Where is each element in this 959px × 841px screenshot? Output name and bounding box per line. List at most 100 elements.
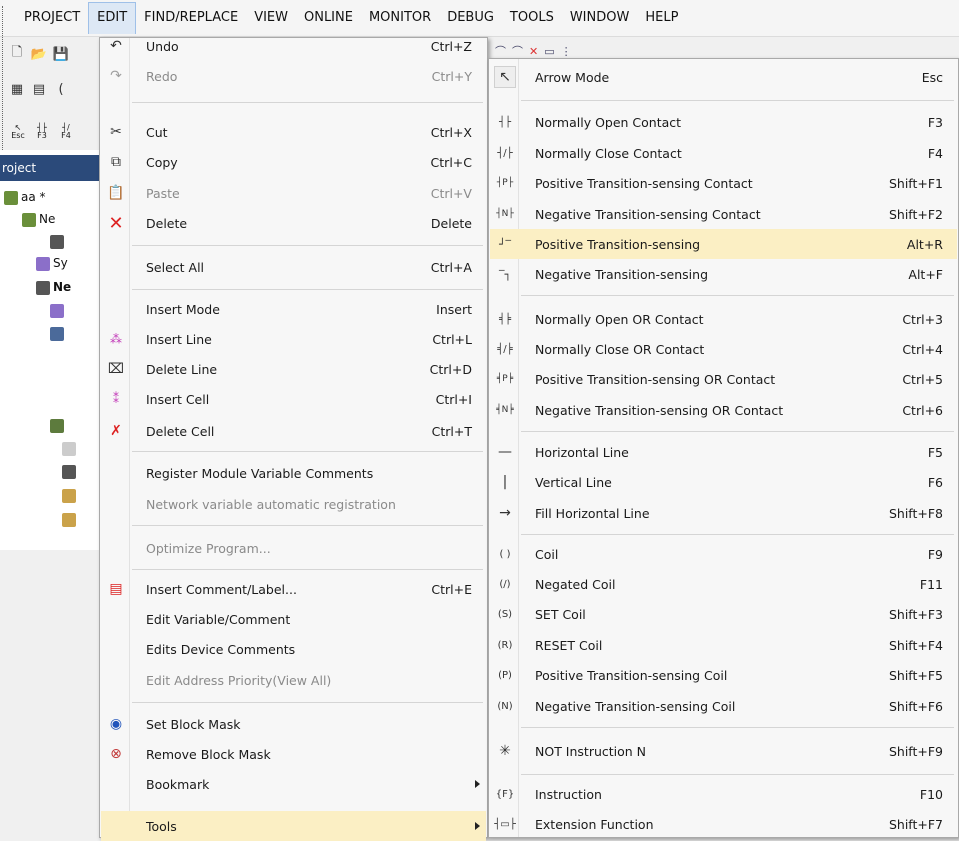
tree-item-ne-1[interactable]: Ne — [22, 212, 55, 227]
cube-icon — [36, 280, 50, 295]
tree-item-sub-3[interactable] — [50, 418, 67, 433]
menu-view[interactable]: VIEW — [246, 2, 296, 34]
menu-item-insert-mode[interactable]: Insert Mode Insert — [101, 294, 486, 324]
monitor-icon[interactable]: ▦ — [8, 80, 26, 98]
tool-negative-transition-contact[interactable]: ┤N├ Negative Transition-sensing Contact … — [490, 199, 957, 229]
menu-item-insert-cell[interactable]: ⁑ Insert Cell Ctrl+I — [101, 384, 486, 414]
menu-help[interactable]: HELP — [637, 2, 686, 34]
tool-fill-horizontal-line[interactable]: → Fill Horizontal Line Shift+F8 — [490, 498, 957, 528]
refresh-icon[interactable]: ( — [52, 80, 70, 98]
tool-vertical-line[interactable]: | Vertical Line F6 — [490, 467, 957, 497]
negative-contact-icon: ┤N├ — [496, 209, 514, 219]
close-contact-icon: ┤/├ — [497, 147, 513, 159]
menu-tools[interactable]: TOOLS — [502, 2, 562, 34]
menu-online[interactable]: ONLINE — [296, 2, 361, 34]
menu-item-insert-line[interactable]: ⁂ Insert Line Ctrl+L — [101, 324, 486, 354]
tool-extension-function[interactable]: ┤▭├ Extension Function Shift+F7 — [490, 809, 957, 839]
menu-item-bookmark[interactable]: Bookmark — [101, 769, 486, 799]
tool-negative-or-contact[interactable]: ╡N╞ Negative Transition-sensing OR Conta… — [490, 395, 957, 425]
save-icon[interactable]: 💾 — [52, 45, 70, 63]
menu-item-insert-comment-label[interactable]: ▤ Insert Comment/Label... Ctrl+E — [101, 574, 486, 604]
tree-item-sub-7[interactable] — [62, 512, 79, 527]
tool-normally-close-contact[interactable]: ┤/├ Normally Close Contact F4 — [490, 138, 957, 168]
tool-horizontal-line[interactable]: — Horizontal Line F5 — [490, 437, 957, 467]
edit-menu: ↶ Undo Ctrl+Z ↷ Redo Ctrl+Y ✂ Cut Ctrl+X… — [99, 37, 488, 841]
menu-item-register-module-comments[interactable]: Register Module Variable Comments — [101, 458, 486, 488]
tool-coil[interactable]: ( ) Coil F9 — [490, 539, 957, 569]
menu-item-network-variable-registration[interactable]: Network variable automatic registration — [101, 489, 486, 519]
open-contact-tool-icon[interactable]: ┤├ F3 — [32, 124, 52, 140]
toolbar-icon-c[interactable]: ✕ — [529, 45, 538, 58]
extension-function-icon: ┤▭├ — [494, 818, 516, 830]
horizontal-line-icon: — — [498, 444, 512, 460]
menu-window[interactable]: WINDOW — [562, 2, 638, 34]
menu-item-edit-variable-comment[interactable]: Edit Variable/Comment — [101, 604, 486, 634]
tree-item-sub-1[interactable] — [50, 303, 67, 318]
menu-item-delete-line[interactable]: ⌧ Delete Line Ctrl+D — [101, 354, 486, 384]
menu-debug[interactable]: DEBUG — [439, 2, 502, 34]
new-file-icon[interactable]: 🗋 — [8, 45, 26, 63]
tree-item-sub-5[interactable] — [62, 464, 79, 479]
tool-reset-coil[interactable]: (R) RESET Coil Shift+F4 — [490, 630, 957, 660]
separator — [521, 727, 954, 728]
toolbar-icon-d[interactable]: ▭ — [544, 45, 554, 58]
menu-item-copy[interactable]: ⧉ Copy Ctrl+C — [101, 147, 486, 177]
task-icon — [50, 418, 64, 433]
open-folder-icon[interactable]: 📂 — [30, 45, 48, 63]
tool-normally-open-or-contact[interactable]: ╡╞ Normally Open OR Contact Ctrl+3 — [490, 304, 957, 334]
tree-item-sub-2[interactable] — [50, 326, 67, 341]
menu-item-redo[interactable]: ↷ Redo Ctrl+Y — [101, 61, 486, 91]
tree-item-sub-6[interactable] — [62, 488, 79, 503]
set-mask-icon: ◉ — [109, 716, 123, 732]
menu-edit[interactable]: EDIT — [88, 2, 137, 34]
tool-positive-or-contact[interactable]: ╡P╞ Positive Transition-sensing OR Conta… — [490, 364, 957, 394]
tool-positive-transition-coil[interactable]: (P) Positive Transition-sensing Coil Shi… — [490, 660, 957, 690]
menu-item-select-all[interactable]: Select All Ctrl+A — [101, 252, 486, 282]
menu-item-paste[interactable]: 📋 Paste Ctrl+V — [101, 178, 486, 208]
tool-normally-open-contact[interactable]: ┤├ Normally Open Contact F3 — [490, 107, 957, 137]
toolbar-icon-b[interactable]: ⌒ — [512, 43, 523, 59]
tree-item-aa[interactable]: aa * — [4, 190, 46, 205]
toolbar-icon-e[interactable]: ⋮ — [561, 45, 572, 58]
menu-item-set-block-mask[interactable]: ◉ Set Block Mask — [101, 709, 486, 739]
menu-item-cut[interactable]: ✂ Cut Ctrl+X — [101, 117, 486, 147]
menu-item-edits-device-comments[interactable]: Edits Device Comments — [101, 634, 486, 664]
tree-item-sub-4[interactable] — [62, 441, 79, 456]
menu-item-edit-address-priority[interactable]: Edit Address Priority(View All) — [101, 665, 486, 695]
menu-project[interactable]: PROJECT — [16, 2, 88, 34]
separator — [132, 525, 483, 526]
open-or-contact-icon: ╡╞ — [498, 313, 512, 325]
tree-item-ne-2[interactable]: Ne — [36, 280, 71, 295]
tool-positive-transition-contact[interactable]: ┤P├ Positive Transition-sensing Contact … — [490, 168, 957, 198]
menu-item-tools[interactable]: Tools — [101, 811, 486, 841]
set-coil-icon: (S) — [497, 608, 513, 620]
toolbar-icon-a[interactable]: ⌒ — [495, 43, 506, 59]
menu-find-replace[interactable]: FIND/REPLACE — [136, 2, 246, 34]
tree-item-sy[interactable]: Sy — [36, 256, 68, 271]
tool-instruction[interactable]: {F} Instruction F10 — [490, 779, 957, 809]
tree-item-module[interactable] — [50, 234, 67, 249]
tools-submenu: ↖ Arrow Mode Esc ┤├ Normally Open Contac… — [488, 58, 959, 838]
tool-set-coil[interactable]: (S) SET Coil Shift+F3 — [490, 599, 957, 629]
menu-item-remove-block-mask[interactable]: ⊗ Remove Block Mask — [101, 739, 486, 769]
not-instruction-icon: ✳ — [499, 743, 511, 759]
tool-negated-coil[interactable]: (/) Negated Coil F11 — [490, 569, 957, 599]
tool-positive-transition-sensing[interactable]: ┘‾ Positive Transition-sensing Alt+R — [490, 229, 957, 259]
menu-item-delete[interactable]: ✕ Delete Delete — [101, 208, 486, 238]
tool-normally-close-or-contact[interactable]: ╡/╞ Normally Close OR Contact Ctrl+4 — [490, 334, 957, 364]
close-contact-tool-icon[interactable]: ┤/F4 — [56, 124, 76, 140]
tool-negative-transition-coil[interactable]: (N) Negative Transition-sensing Coil Shi… — [490, 691, 957, 721]
negative-or-contact-icon: ╡N╞ — [496, 405, 514, 415]
tool-arrow-mode[interactable]: ↖ Arrow Mode Esc — [490, 62, 957, 92]
compare-icon[interactable]: ▤ — [30, 80, 48, 98]
close-or-contact-icon: ╡/╞ — [497, 343, 513, 355]
menu-item-optimize-program[interactable]: Optimize Program... — [101, 533, 486, 563]
menu-item-delete-cell[interactable]: ✗ Delete Cell Ctrl+T — [101, 416, 486, 446]
tool-not-instruction[interactable]: ✳ NOT Instruction N Shift+F9 — [490, 736, 957, 766]
menu-monitor[interactable]: MONITOR — [361, 2, 439, 34]
program-icon — [50, 326, 64, 341]
menu-item-undo[interactable]: ↶ Undo Ctrl+Z — [101, 31, 486, 61]
negative-coil-icon: (N) — [497, 700, 513, 712]
arrow-mode-tool-icon[interactable]: ↖ Esc — [8, 124, 28, 140]
tool-negative-transition-sensing[interactable]: ‾┐ Negative Transition-sensing Alt+F — [490, 259, 957, 289]
